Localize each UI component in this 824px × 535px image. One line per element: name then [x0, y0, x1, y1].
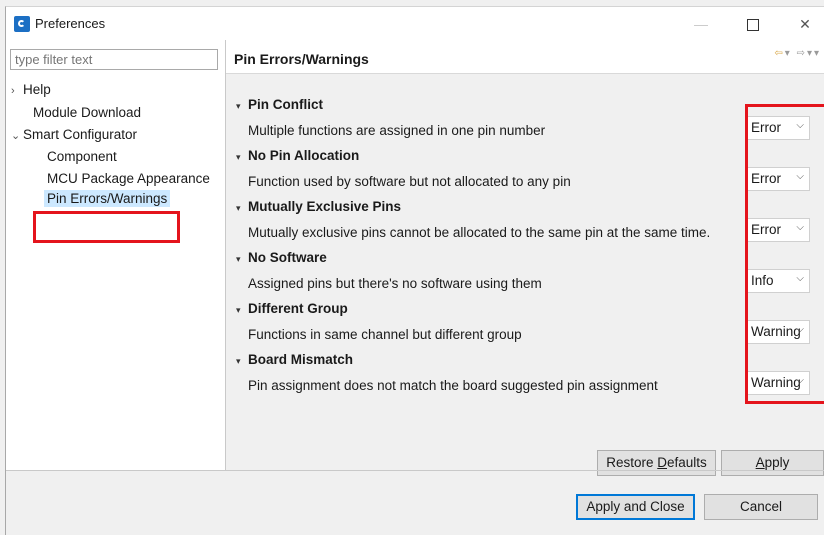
tree-item-label: Component [47, 149, 117, 164]
dropdown-arrow-icon[interactable]: ▾ [785, 48, 792, 59]
collapse-icon: ▾ [236, 152, 241, 162]
title-bar: Preferences — ✕ [6, 7, 824, 40]
preferences-window: Preferences — ✕ › Help Module Download ⌄S… [5, 6, 824, 535]
app-icon [14, 16, 30, 32]
tree-item-smart-configurator[interactable]: ⌄ Smart Configurator [11, 127, 137, 142]
section-title: Mutually Exclusive Pins [248, 199, 402, 214]
highlight-box-tree [33, 211, 180, 243]
divider [6, 470, 824, 471]
section-description: Function used by software but not alloca… [248, 174, 571, 189]
tree-item-pin-errors-warnings[interactable]: Pin Errors/Warnings [44, 190, 171, 207]
button-label: pply [764, 455, 790, 470]
tree-item-mcu-package-appearance[interactable]: MCU Package Appearance [47, 171, 210, 186]
section-title: Board Mismatch [248, 352, 354, 367]
button-label: Cancel [739, 499, 783, 514]
section-board-mismatch[interactable]: ▾ Board Mismatch [236, 352, 353, 367]
button-label: Apply and Close [586, 499, 685, 514]
section-title: Different Group [248, 301, 348, 316]
close-button[interactable]: ✕ [785, 12, 824, 36]
tree-item-component[interactable]: Component [47, 149, 117, 164]
collapse-icon: ▾ [236, 203, 241, 213]
section-no-software[interactable]: ▾ No Software [236, 250, 327, 265]
section-description: Functions in same channel but different … [248, 327, 522, 342]
section-description: Pin assignment does not match the board … [248, 378, 658, 393]
filter-input[interactable] [10, 49, 218, 70]
restore-defaults-button[interactable]: Restore Defaults [597, 450, 716, 476]
chevron-right-icon: › [11, 85, 15, 97]
tree-item-label: Help [23, 82, 51, 97]
section-no-pin-allocation[interactable]: ▾ No Pin Allocation [236, 148, 359, 163]
section-title: No Software [248, 250, 327, 265]
dropdown-arrow-icon[interactable]: ▾ [807, 48, 814, 59]
preference-page: Pin Errors/Warnings ⇦▾ ⇨▾▾ ▾ Pin Conflict… [226, 40, 824, 476]
page-header: Pin Errors/Warnings ⇦▾ ⇨▾▾ [226, 40, 824, 74]
tree-item-label: Smart Configurator [23, 127, 138, 142]
collapse-icon: ▾ [236, 101, 241, 111]
collapse-icon: ▾ [236, 305, 241, 315]
tree-item-label: MCU Package Appearance [47, 171, 210, 186]
button-label: Restore [606, 455, 658, 470]
section-different-group[interactable]: ▾ Different Group [236, 301, 348, 316]
maximize-icon [747, 19, 759, 32]
section-title: Pin Conflict [248, 97, 323, 112]
forward-arrow-icon[interactable]: ⇨ [797, 48, 807, 59]
mnemonic: A [755, 455, 765, 470]
maximize-button[interactable] [733, 12, 773, 36]
cancel-button[interactable]: Cancel [704, 494, 818, 520]
minimize-button[interactable]: — [681, 12, 721, 36]
highlight-box-dropdowns [745, 104, 824, 404]
tree-item-help[interactable]: › Help [11, 82, 51, 97]
page-title: Pin Errors/Warnings [234, 51, 369, 67]
button-label: efaults [667, 455, 707, 470]
section-description: Assigned pins but there's no software us… [248, 276, 542, 291]
back-arrow-icon[interactable]: ⇦ [774, 48, 784, 59]
navigation-toolbar: ⇦▾ ⇨▾▾ [774, 48, 821, 59]
preferences-tree-pane: › Help Module Download ⌄Smart Configurato… [6, 40, 226, 470]
section-description: Multiple functions are assigned in one p… [248, 123, 546, 138]
section-description: Mutually exclusive pins cannot be alloca… [248, 225, 711, 240]
section-mutually-exclusive-pins[interactable]: ▾ Mutually Exclusive Pins [236, 199, 401, 214]
tree-item-label: Module Download [33, 105, 142, 120]
apply-button[interactable]: Apply [721, 450, 824, 476]
tree-item-module-download[interactable]: Module Download [33, 105, 141, 120]
section-pin-conflict[interactable]: ▾ Pin Conflict [236, 97, 323, 112]
collapse-icon: ▾ [236, 254, 241, 264]
section-title: No Pin Allocation [248, 148, 360, 163]
tree-item-label: Pin Errors/Warnings [44, 190, 171, 207]
mnemonic: D [657, 455, 667, 470]
view-menu-icon[interactable]: ▾ [814, 48, 821, 59]
collapse-icon: ▾ [236, 356, 241, 366]
chevron-down-icon: ⌄ [11, 130, 21, 142]
apply-and-close-button[interactable]: Apply and Close [576, 494, 695, 520]
window-title: Preferences [35, 16, 106, 31]
